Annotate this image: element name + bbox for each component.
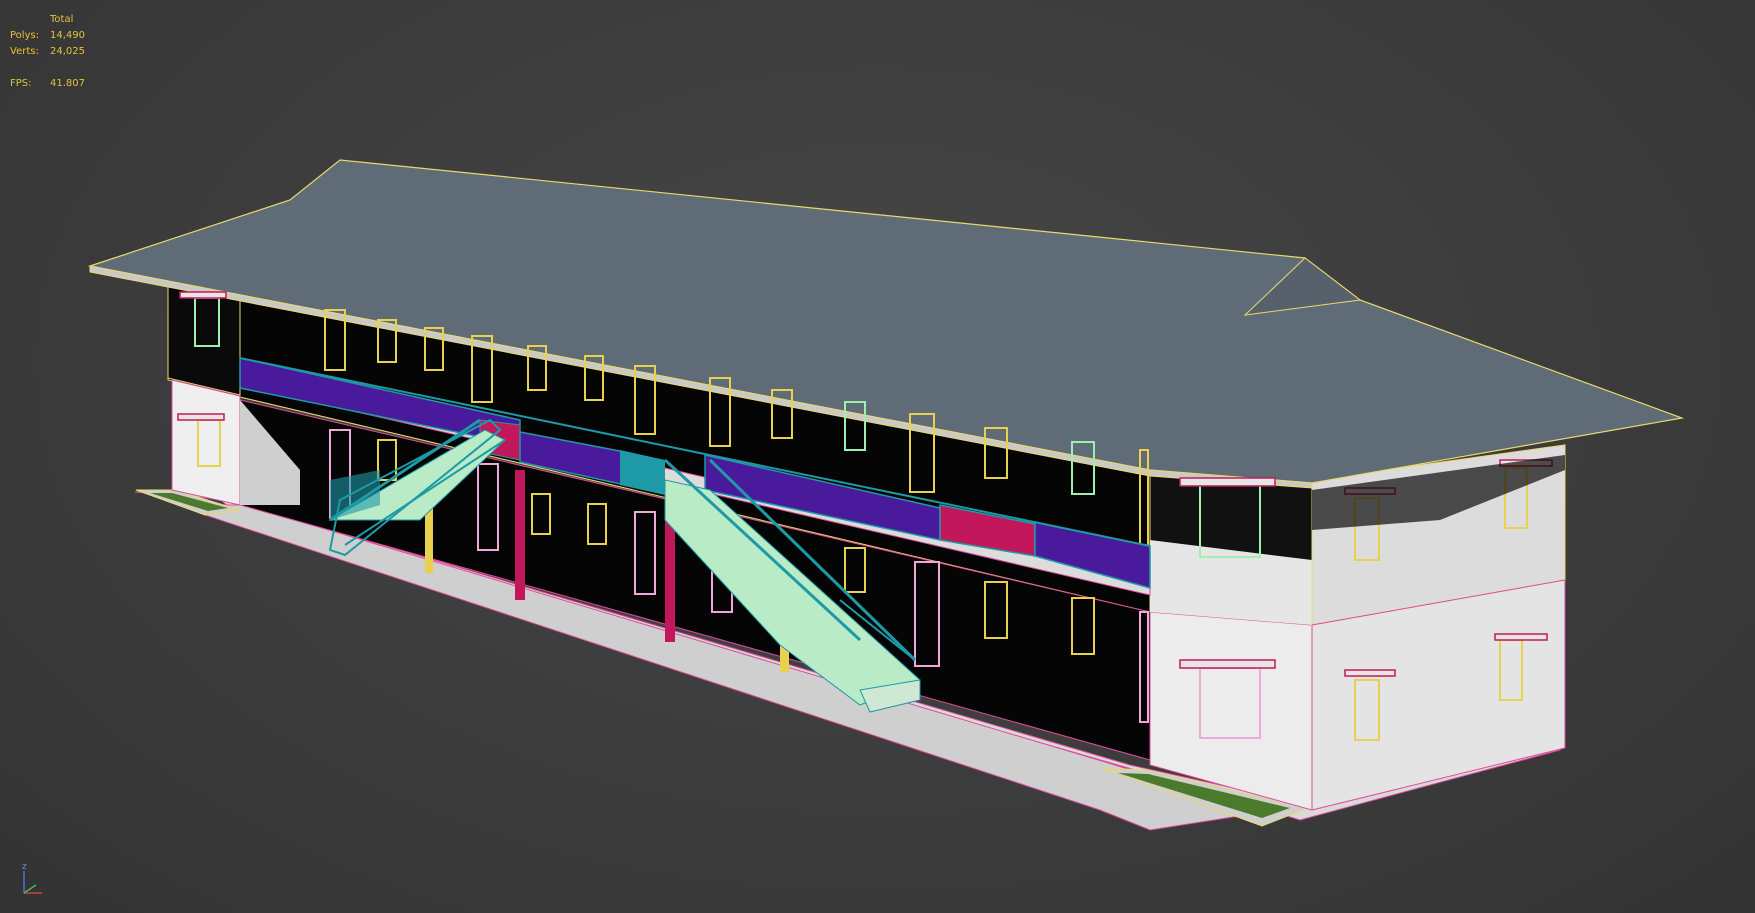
stats-header: Total: [50, 14, 74, 25]
polys-value: 14,490: [50, 30, 85, 41]
3d-viewport[interactable]: Total Polys: 14,490 Verts: 24,025 FPS: 4…: [0, 0, 1755, 913]
stats-row-polys: Polys: 14,490: [10, 28, 85, 44]
building-model[interactable]: [0, 0, 1755, 913]
stats-row-verts: Verts: 24,025: [10, 44, 85, 60]
left-block-lower: [171, 379, 241, 506]
verts-value: 24,025: [50, 46, 85, 57]
verts-label: Verts:: [10, 46, 39, 57]
fps-label: FPS:: [10, 78, 32, 89]
axis-z-label: z: [22, 862, 27, 872]
axis-tripod-icon: [23, 871, 42, 894]
stats-row-fps: FPS: 41.807: [10, 76, 85, 92]
polys-label: Polys:: [10, 30, 40, 41]
fps-value: 41.807: [50, 78, 85, 89]
viewport-statistics: Total Polys: 14,490 Verts: 24,025 FPS: 4…: [10, 12, 85, 92]
